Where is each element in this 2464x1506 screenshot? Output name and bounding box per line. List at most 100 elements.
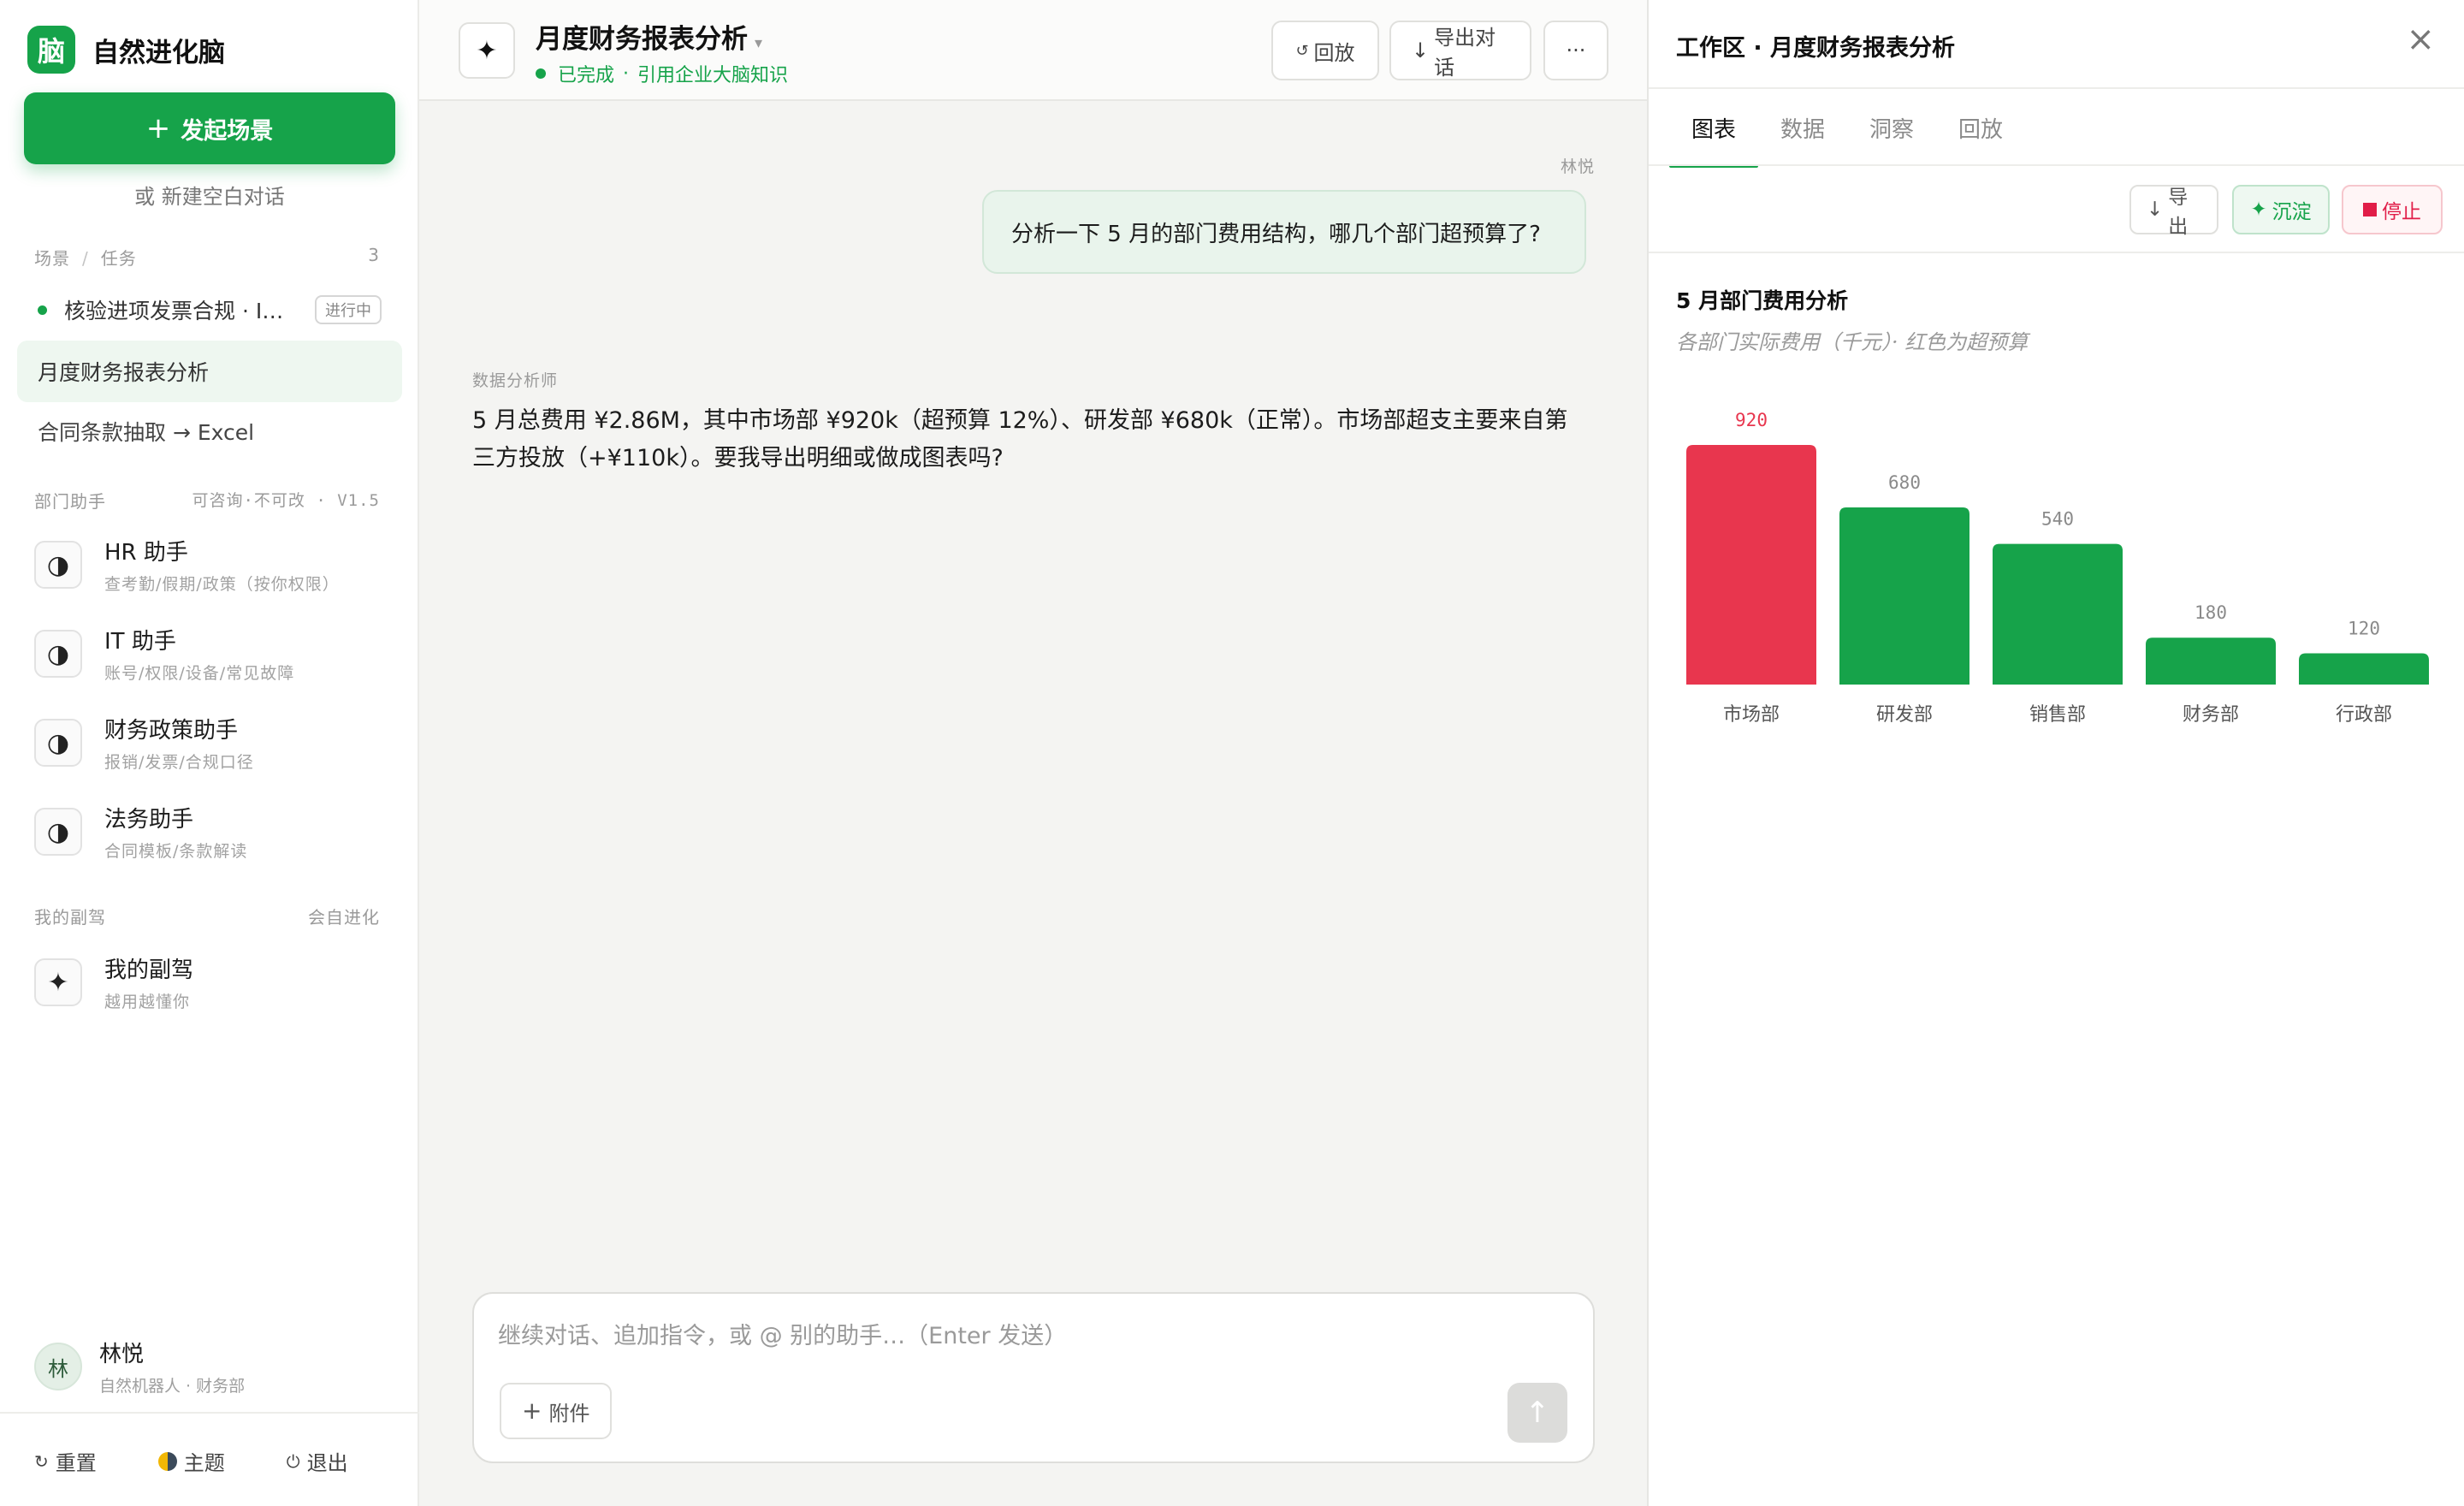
brand[interactable]: 脑 自然进化脑 [27, 26, 225, 74]
chevron-down-icon: ▾ [755, 34, 763, 52]
sparkle-icon: ✦ [459, 22, 515, 79]
tasks-header-right: 任务 [100, 248, 137, 269]
user-message-bubble: 分析一下 5 月的部门费用结构，哪几个部门超预算了? [982, 190, 1586, 274]
more-button[interactable]: ··· [1543, 21, 1608, 80]
category-label: 行政部 [2336, 704, 2392, 726]
sidebar: 脑 自然进化脑 + 发起场景 或 新建空白对话 场景 / 任务 3 核验进项发票合规… [0, 0, 419, 1506]
logout-button[interactable]: ⏻ 退出 [287, 1446, 348, 1476]
assistant-finance-policy[interactable]: ◑ 财务政策助手 报销/发票/合规口径 [34, 709, 394, 777]
user-sender-label: 林悦 [1561, 157, 1596, 176]
more-icon: ··· [1566, 39, 1586, 62]
copilot-desc: 越用越懂你 [104, 993, 191, 1011]
tabs-divider [1649, 164, 2464, 166]
close-icon[interactable]: × [2406, 22, 2435, 56]
plus-icon: + [522, 1396, 542, 1425]
assistant-hr[interactable]: ◑ HR 助手 查考勤/假期/政策（按你权限） [34, 531, 394, 599]
sidebar-divider [0, 1412, 419, 1414]
tasks-header-left: 场景 [34, 248, 70, 269]
chat-header: ✦ 月度财务报表分析 ▾ 已完成 · 引用企业大脑知识 ↺ 回放 ↓ 导出对话 ··· [419, 0, 1647, 101]
assistant-name: HR 助手 [104, 540, 188, 566]
save-insight-button[interactable]: ✦ 沉淀 [2232, 185, 2330, 234]
category-label: 财务部 [2183, 704, 2239, 726]
save-insight-label: 沉淀 [2272, 201, 2312, 223]
user-text: 林悦 自然机器人 · 财务部 [99, 1337, 245, 1396]
theme-button[interactable]: 主题 [157, 1446, 225, 1476]
tab-insight[interactable]: 洞察 [1847, 89, 1936, 166]
chat-status: 已完成 · 引用企业大脑知识 [536, 60, 788, 87]
arrow-up-icon: ↑ [1525, 1396, 1550, 1430]
avatar: 林 [34, 1343, 82, 1390]
replay-label: 回放 [1313, 40, 1355, 65]
replay-icon: ↺ [1295, 41, 1309, 60]
replay-button[interactable]: ↺ 回放 [1271, 21, 1379, 80]
task-item-contract-extract[interactable]: 合同条款抽取 → Excel [17, 400, 402, 462]
assistant-text: 财务政策助手 报销/发票/合规口径 [104, 713, 254, 773]
assistant-name: 财务政策助手 [104, 718, 239, 744]
assistant-legal[interactable]: ◑ 法务助手 合同模板/条款解读 [34, 797, 394, 866]
workspace-title: 工作区 · 月度财务报表分析 [1676, 35, 1956, 62]
sidebar-footer: ↻ 重置 主题 ⏻ 退出 [34, 1446, 348, 1476]
my-copilot[interactable]: ✦ 我的副驾 越用越懂你 [34, 948, 394, 1017]
bar-value-label: 680 [1888, 472, 1921, 493]
new-scene-button[interactable]: + 发起场景 [24, 92, 395, 164]
user-org: 自然机器人 · 财务部 [99, 1377, 246, 1396]
copilot-header-left: 我的副驾 [34, 907, 106, 928]
half-circle-icon: ◑ [34, 808, 82, 856]
download-icon: ↓ [2147, 199, 2164, 221]
bar-value-label: 540 [2041, 509, 2074, 530]
stop-icon [2363, 203, 2377, 216]
task-item-monthly-report[interactable]: 月度财务报表分析 [17, 341, 402, 402]
bar-0 [1686, 445, 1816, 685]
task-item-invoice[interactable]: 核验进项发票合规 · I… 进行中 [17, 279, 402, 341]
attach-label: 附件 [548, 1401, 590, 1426]
new-scene-label: 发起场景 [181, 117, 274, 145]
bar-1 [1839, 507, 1969, 685]
assistants-section-header: 部门助手 可咨询·不可改 · V1.5 [34, 488, 380, 513]
category-label: 市场部 [1723, 704, 1780, 726]
chart-title: 5 月部门费用分析 [1676, 288, 1849, 313]
assistant-desc: 账号/权限/设备/常见故障 [104, 664, 295, 683]
user-name: 林悦 [99, 1342, 145, 1367]
composer: +附件 ↑ [472, 1292, 1595, 1463]
half-circle-icon: ◑ [34, 719, 82, 767]
export-chat-button[interactable]: ↓ 导出对话 [1389, 21, 1531, 80]
task-label: 合同条款抽取 → Excel [38, 420, 255, 445]
assistant-name: IT 助手 [104, 629, 176, 655]
new-blank-chat-link[interactable]: 或 新建空白对话 [0, 180, 419, 210]
sparkle-icon: ✦ [2250, 199, 2267, 221]
assistant-desc: 报销/发票/合规口径 [104, 753, 254, 772]
reset-button[interactable]: ↻ 重置 [34, 1446, 97, 1476]
status-sep: · [623, 62, 630, 85]
status-dot-icon [536, 68, 546, 79]
bar-value-label: 180 [2194, 602, 2227, 623]
chat-panel: ✦ 月度财务报表分析 ▾ 已完成 · 引用企业大脑知识 ↺ 回放 ↓ 导出对话 ···… [419, 0, 1647, 1506]
status-text: 已完成 [558, 65, 615, 86]
message-input[interactable] [498, 1313, 1559, 1359]
copilot-text: 我的副驾 越用越懂你 [104, 952, 193, 1012]
knowledge-ref-text: 引用企业大脑知识 [637, 65, 789, 86]
task-label: 月度财务报表分析 [38, 360, 210, 385]
assistants-header-right: 可咨询·不可改 · V1.5 [192, 491, 380, 510]
stop-label: 停止 [2382, 201, 2421, 223]
copilot-section-header: 我的副驾 会自进化 [34, 904, 380, 928]
chart-export-button[interactable]: ↓ 导出 [2129, 185, 2218, 238]
assistant-name: 法务助手 [104, 807, 194, 833]
tab-replay[interactable]: 回放 [1936, 89, 2025, 166]
assistant-it[interactable]: ◑ IT 助手 账号/权限/设备/常见故障 [34, 620, 394, 688]
power-icon: ⏻ [286, 1450, 300, 1472]
send-button[interactable]: ↑ [1507, 1383, 1567, 1443]
tab-chart[interactable]: 图表 [1669, 89, 1759, 168]
copilot-name: 我的副驾 [104, 958, 194, 983]
workspace-tabs: 图表 数据 洞察 回放 [1669, 89, 2025, 168]
attach-button[interactable]: + 附件 [500, 1383, 613, 1439]
plus-icon: + [145, 111, 171, 145]
chat-title[interactable]: 月度财务报表分析 ▾ [536, 17, 762, 56]
refresh-icon: ↻ [34, 1450, 49, 1472]
user-card[interactable]: 林 林悦 自然机器人 · 财务部 [34, 1337, 245, 1396]
assistant-text: HR 助手 查考勤/假期/政策（按你权限） [104, 535, 340, 595]
stop-button[interactable]: 停止 [2342, 185, 2443, 234]
workspace-panel: 工作区 · 月度财务报表分析 × 图表 数据 洞察 回放 ↓ 导出 ✦ 沉淀 停止 … [1647, 0, 2464, 1506]
bar-value-label: 920 [1735, 410, 1768, 430]
reset-label: 重置 [55, 1451, 97, 1475]
tab-data[interactable]: 数据 [1758, 89, 1847, 166]
